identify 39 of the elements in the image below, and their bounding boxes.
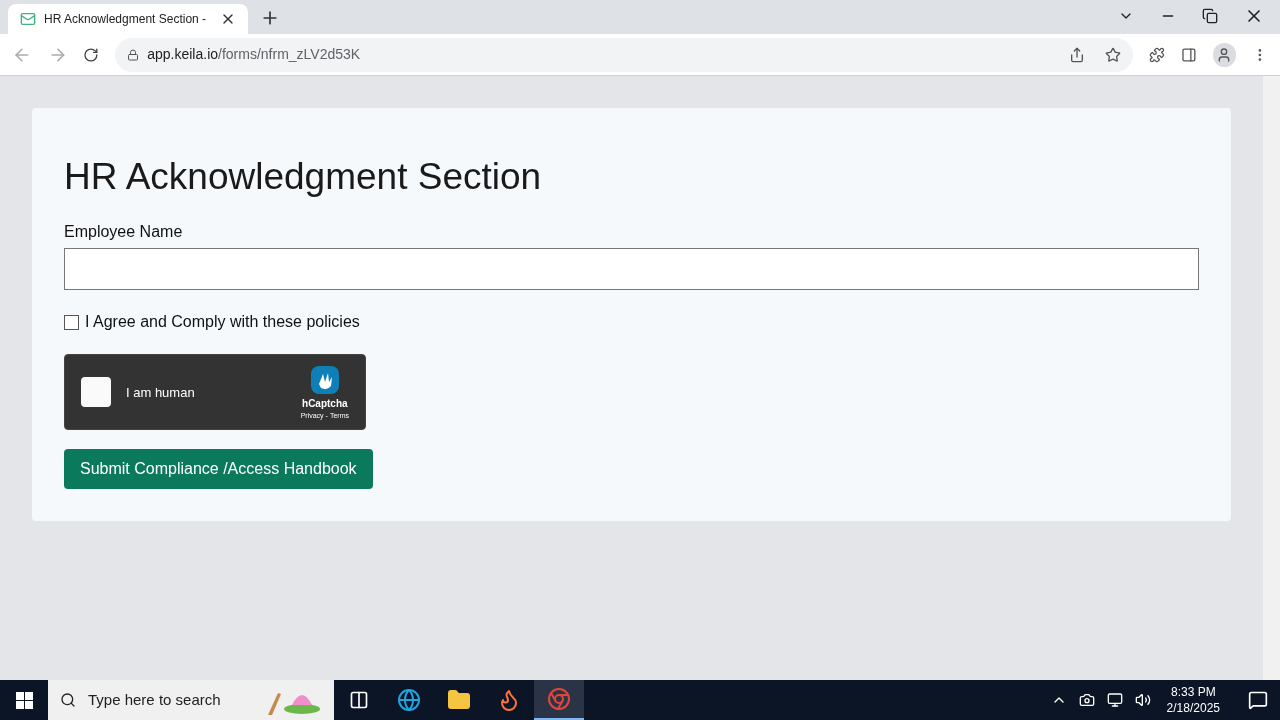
- form-title: HR Acknowledgment Section: [64, 155, 543, 199]
- tab-title: HR Acknowledgment Section -: [44, 11, 208, 28]
- captcha-checkbox[interactable]: [81, 377, 111, 408]
- network-icon[interactable]: [1106, 692, 1123, 708]
- volume-icon[interactable]: [1134, 692, 1151, 708]
- bookmark-star-icon[interactable]: [1105, 46, 1121, 63]
- search-icon: [60, 692, 76, 708]
- clock-time: 8:33 PM: [1170, 684, 1216, 700]
- submit-button[interactable]: Submit Compliance /Access Handbook: [64, 449, 373, 490]
- address-bar[interactable]: app.keila.io/forms/nfrm_zLV2d53K: [115, 37, 1133, 72]
- captcha-label: I am human: [126, 383, 196, 402]
- scrollbar[interactable]: [1263, 76, 1280, 680]
- url-path: /forms/nfrm_zLV2d53K: [218, 45, 361, 64]
- notification-icon[interactable]: [1248, 690, 1268, 710]
- task-view-icon: [349, 690, 369, 710]
- extensions-icon[interactable]: [1149, 46, 1165, 63]
- url-host: app.keila.io: [147, 45, 219, 64]
- camera-icon[interactable]: [1078, 692, 1095, 708]
- folder-icon: [447, 688, 471, 712]
- side-panel-icon[interactable]: [1180, 46, 1197, 63]
- employee-name-field[interactable]: [64, 248, 1199, 291]
- taskbar-search-field[interactable]: Type here to search: [48, 680, 334, 720]
- reload-icon[interactable]: [83, 46, 100, 63]
- agree-checkbox[interactable]: [64, 314, 79, 330]
- mail-icon: [20, 11, 36, 27]
- agree-label: I Agree and Comply with these policies: [85, 312, 360, 333]
- field-label: Employee Name: [64, 222, 184, 243]
- profile-avatar[interactable]: [1212, 42, 1237, 67]
- browser-tab[interactable]: HR Acknowledgment Section -: [8, 4, 248, 34]
- clock-date: 2/18/2025: [1166, 700, 1220, 716]
- restore-icon[interactable]: [1202, 8, 1218, 24]
- globe-icon: [397, 688, 421, 712]
- taskbar-app[interactable]: [534, 680, 584, 720]
- share-icon[interactable]: [1069, 46, 1085, 63]
- search-placeholder: Type here to search: [88, 689, 222, 710]
- lock-icon: [127, 48, 140, 61]
- captcha-brand: hCaptcha: [302, 396, 348, 411]
- windows-logo-icon[interactable]: [15, 691, 33, 709]
- chrome-icon: [547, 687, 571, 711]
